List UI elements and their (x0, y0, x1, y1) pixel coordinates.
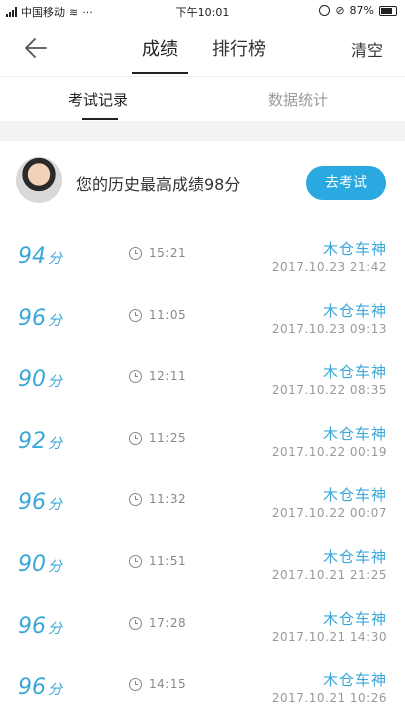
exam-date: 2017.10.21 21:25 (271, 568, 387, 582)
score-value: 90 分 (18, 552, 62, 577)
alarm-icon (319, 5, 331, 16)
user-name: 木仓车神 (322, 424, 387, 443)
best-score-text: 您的历史最高成绩98分 (76, 175, 241, 194)
clock-icon (129, 431, 142, 445)
user-name: 木仓车神 (322, 671, 387, 690)
exam-date: 2017.10.21 14:30 (271, 629, 387, 644)
score-unit: 分 (48, 251, 62, 267)
silent-icon: ⊘ (335, 4, 345, 17)
list-item[interactable]: 90 分 11:51 木仓车神 2017.10.21 21:25 (0, 542, 405, 604)
exam-duration: 14:15 (149, 677, 187, 692)
exam-date: 2017.10.21 10:26 (271, 691, 387, 706)
user-name: 木仓车神 (322, 548, 387, 566)
score-value: 96 分 (18, 305, 62, 331)
section-divider (0, 121, 405, 141)
score-value: 96 分 (18, 675, 62, 701)
score-value: 92 分 (18, 428, 62, 454)
score-unit: 分 (48, 435, 62, 452)
tab-rank[interactable]: 排行榜 (212, 35, 266, 61)
tab-score[interactable]: 成绩 (142, 35, 178, 61)
avatar (16, 157, 62, 203)
user-name: 木仓车神 (322, 609, 387, 628)
battery-icon (379, 5, 397, 16)
clock-icon (129, 616, 142, 630)
list-item[interactable]: 96 分 11:05 木仓车神 2017.10.23 09:13 (0, 296, 405, 358)
exam-date: 2017.10.22 00:19 (271, 444, 387, 459)
score-value: 96 分 (18, 613, 62, 639)
list-item[interactable]: 94 分 15:21 木仓车神 2017.10.23 21:42 (0, 234, 405, 296)
clock-icon (129, 247, 142, 260)
score-unit: 分 (48, 497, 62, 514)
clear-button[interactable]: 清空 (351, 37, 383, 61)
list-item[interactable]: 92 分 11:25 木仓车神 2017.10.22 00:19 (0, 419, 405, 481)
clock-icon (129, 555, 142, 568)
subtab-exam-records[interactable]: 考试记录 (68, 89, 128, 110)
exam-date: 2017.10.22 00:07 (271, 506, 387, 521)
clock-icon (129, 493, 142, 507)
exam-duration: 11:05 (149, 307, 187, 322)
subtab-data-stats[interactable]: 数据统计 (268, 89, 328, 110)
exam-duration: 12:11 (149, 369, 187, 384)
back-arrow-icon[interactable] (22, 34, 50, 62)
user-name: 木仓车神 (322, 486, 387, 505)
score-value: 90 分 (18, 367, 62, 393)
list-item[interactable]: 96 分 14:15 木仓车神 2017.10.21 10:26 (0, 665, 405, 727)
score-unit: 分 (48, 374, 62, 391)
user-name: 木仓车神 (322, 240, 387, 258)
exam-duration: 15:21 (149, 246, 187, 260)
clock-icon (129, 370, 142, 384)
exam-duration: 11:25 (149, 430, 187, 445)
exam-date: 2017.10.23 21:42 (271, 260, 387, 274)
subtab-indicator (82, 118, 118, 120)
exam-date: 2017.10.22 08:35 (271, 383, 387, 398)
exam-duration: 17:28 (149, 615, 187, 630)
user-name: 木仓车神 (322, 301, 387, 320)
list-item[interactable]: 96 分 17:28 木仓车神 2017.10.21 14:30 (0, 604, 405, 666)
exam-duration: 11:32 (149, 492, 187, 507)
exam-duration: 11:51 (149, 554, 187, 568)
score-unit: 分 (48, 312, 62, 329)
score-value: 96 分 (18, 490, 62, 516)
score-unit: 分 (48, 620, 62, 637)
list-item[interactable]: 96 分 11:32 木仓车神 2017.10.22 00:07 (0, 480, 405, 542)
score-unit: 分 (48, 682, 62, 699)
nav-bar: 成绩 排行榜 清空 (0, 22, 405, 74)
tab-indicator (132, 72, 188, 74)
list-item[interactable]: 90 分 12:11 木仓车神 2017.10.22 08:35 (0, 357, 405, 419)
exam-date: 2017.10.23 09:13 (271, 321, 387, 336)
clock-icon (129, 308, 142, 322)
battery-percent: 87% (349, 4, 374, 17)
score-value: 94 分 (18, 244, 62, 269)
take-exam-button[interactable]: 去考试 (306, 166, 386, 200)
clock-icon (129, 678, 142, 692)
user-name: 木仓车神 (322, 363, 387, 382)
sub-tab-bar: 考试记录 数据统计 (0, 76, 405, 121)
status-bar: 中国移动 ≋ ··· 下午10:01 ⊘ 87% (0, 0, 405, 22)
score-unit: 分 (48, 559, 62, 575)
